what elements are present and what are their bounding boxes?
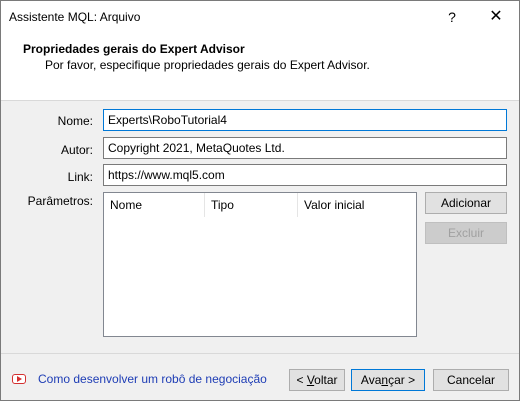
params-list[interactable]: Nome Tipo Valor inicial xyxy=(103,192,417,337)
next-button[interactable]: Avançar > xyxy=(351,369,425,391)
cancel-button[interactable]: Cancelar xyxy=(433,369,509,391)
close-icon[interactable]: ✕ xyxy=(481,1,511,33)
header-subtitle: Por favor, especifique propriedades gera… xyxy=(45,58,370,72)
name-field[interactable]: Experts\RoboTutorial4 xyxy=(103,109,507,131)
window-title: Assistente MQL: Arquivo xyxy=(9,10,141,24)
link-label: Link: xyxy=(67,170,93,184)
author-field[interactable]: Copyright 2021, MetaQuotes Ltd. xyxy=(103,137,507,159)
back-button[interactable]: < Voltar xyxy=(289,369,345,391)
params-list-header: Nome Tipo Valor inicial xyxy=(104,193,416,217)
help-button[interactable]: ? xyxy=(437,1,467,33)
wizard-header: Propriedades gerais do Expert Advisor Po… xyxy=(1,33,519,101)
remove-button[interactable]: Excluir xyxy=(425,222,507,244)
back-prefix: < xyxy=(296,373,307,387)
params-label: Parâmetros: xyxy=(27,194,93,208)
link-field[interactable]: https://www.mql5.com xyxy=(103,164,507,186)
mql-wizard-dialog: Assistente MQL: Arquivo ? ✕ Propriedades… xyxy=(0,0,520,401)
next-label-start: Ava xyxy=(360,373,382,387)
column-header-initial-value[interactable]: Valor inicial xyxy=(298,193,416,217)
add-button[interactable]: Adicionar xyxy=(425,192,507,214)
footer-divider xyxy=(1,353,519,354)
column-header-name[interactable]: Nome xyxy=(104,193,204,217)
back-label-rest: oltar xyxy=(314,373,338,387)
help-link[interactable]: Como desenvolver um robô de negociação xyxy=(38,372,267,386)
author-label: Autor: xyxy=(60,143,93,157)
title-bar: Assistente MQL: Arquivo ? ✕ xyxy=(1,1,519,33)
youtube-play-icon[interactable] xyxy=(12,374,26,384)
name-label: Nome: xyxy=(57,114,93,128)
header-title: Propriedades gerais do Expert Advisor xyxy=(23,42,245,56)
next-label-rest: çar > xyxy=(388,373,416,387)
column-header-type[interactable]: Tipo xyxy=(205,193,297,217)
